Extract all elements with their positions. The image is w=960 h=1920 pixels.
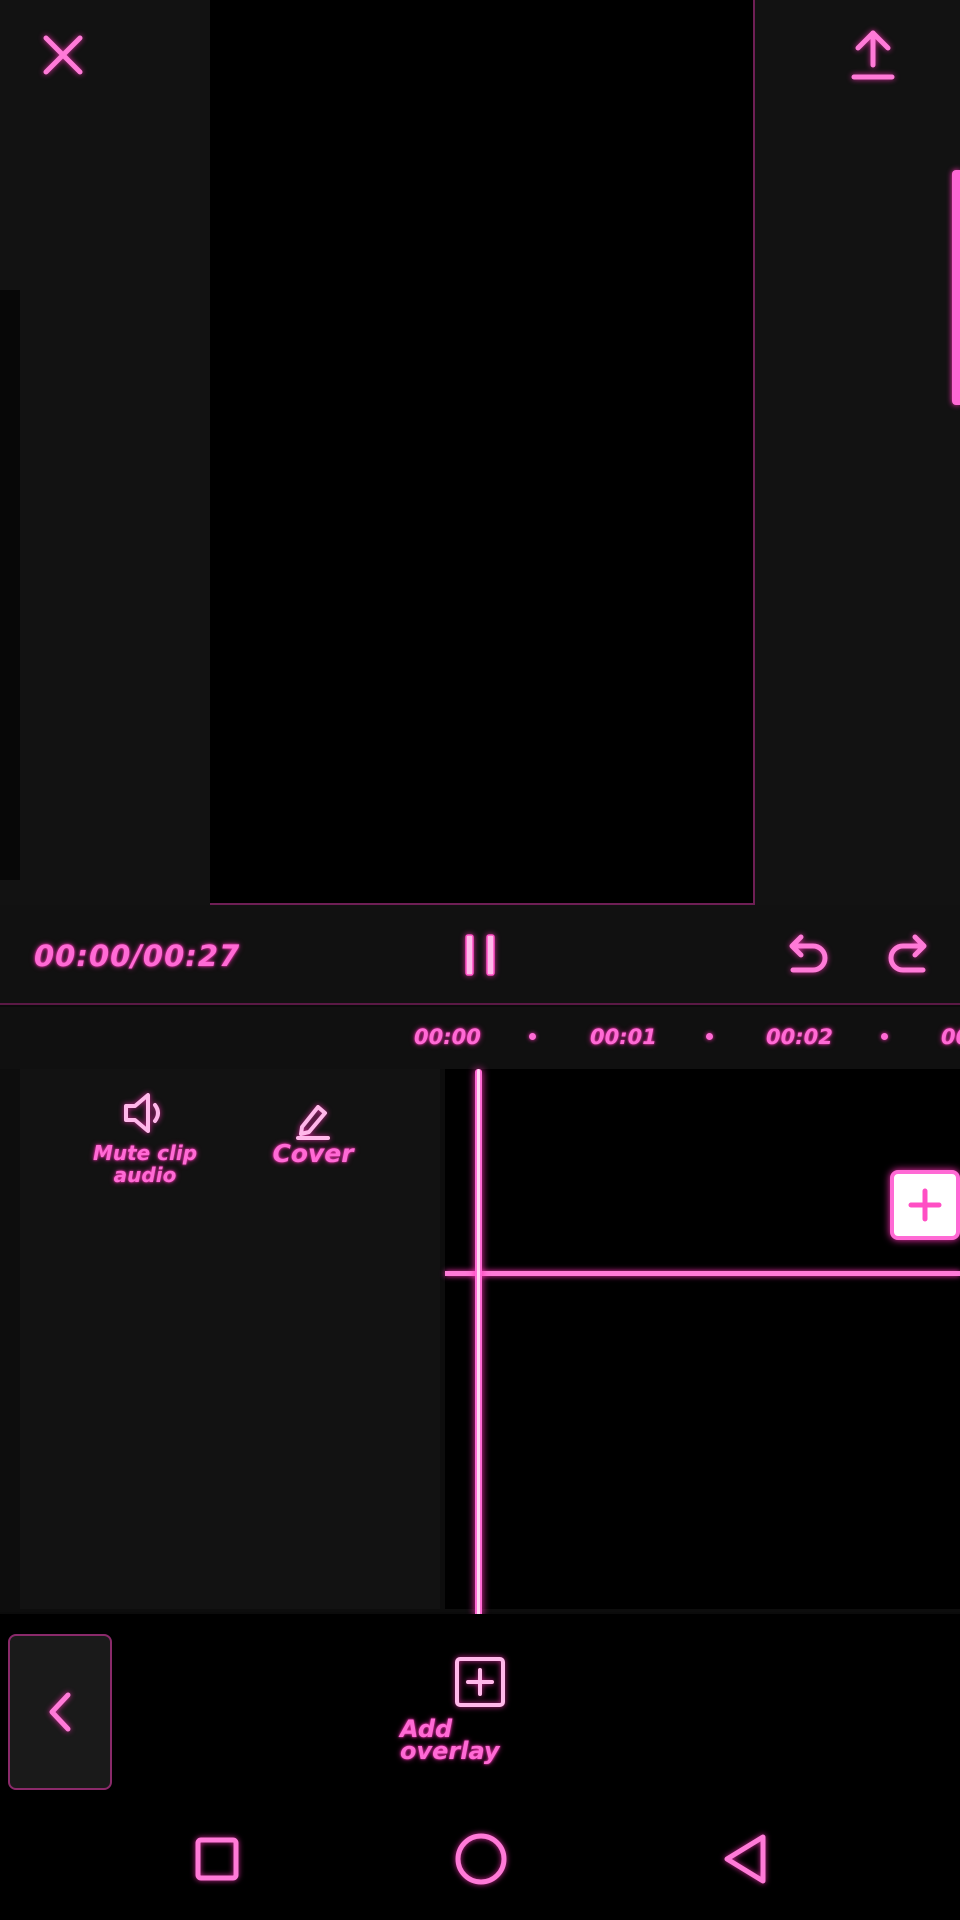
side-panel-handle[interactable] xyxy=(952,170,960,405)
bottom-toolbar: Add overlay xyxy=(0,1614,960,1794)
left-edge-strip xyxy=(0,290,20,880)
ruler-tick-dot xyxy=(706,1033,713,1040)
clip-track[interactable] xyxy=(445,1069,960,1609)
system-nav-bar xyxy=(0,1794,960,1920)
plus-icon xyxy=(908,1188,942,1222)
time-readout: 00:00/00:27 xyxy=(34,939,241,973)
redo-button[interactable] xyxy=(880,925,940,985)
ruler-tick-label: 00:01 xyxy=(590,1025,657,1049)
ruler-tick-label: 00:00 xyxy=(414,1025,481,1049)
upload-icon xyxy=(851,30,895,80)
undo-button[interactable] xyxy=(776,925,836,985)
ruler-tick-label: 00:02 xyxy=(766,1025,833,1049)
time-ruler[interactable]: 00:00 00:01 00:02 00 xyxy=(0,1007,960,1069)
nav-back-button[interactable] xyxy=(712,1824,782,1894)
close-button[interactable] xyxy=(30,22,96,88)
playback-bar: 00:00/00:27 xyxy=(0,905,960,1005)
mute-clip-audio-button[interactable]: Mute clip audio xyxy=(70,1090,220,1186)
add-overlay-label: Add overlay xyxy=(400,1715,500,1765)
ruler-tick-label: 00 xyxy=(941,1025,960,1049)
pause-button[interactable] xyxy=(450,925,510,985)
timeline: 00:00 00:01 00:02 00 Mute clip audio Cov… xyxy=(0,1007,960,1617)
nav-home-button[interactable] xyxy=(446,1824,516,1894)
pause-icon xyxy=(465,934,495,976)
cover-button[interactable]: Cover xyxy=(248,1099,378,1168)
audio-track-line xyxy=(445,1271,960,1276)
mute-clip-audio-label: Mute clip audio xyxy=(92,1141,198,1187)
pencil-icon xyxy=(296,1105,330,1140)
cover-label: Cover xyxy=(272,1139,354,1168)
add-overlay-button[interactable]: Add overlay xyxy=(400,1654,560,1765)
ruler-tick-dot xyxy=(529,1033,536,1040)
video-preview[interactable] xyxy=(210,0,755,905)
ruler-tick-dot xyxy=(881,1033,888,1040)
circle-icon xyxy=(455,1833,507,1885)
triangle-back-icon xyxy=(724,1834,766,1884)
export-button[interactable] xyxy=(840,22,906,88)
add-clip-button[interactable] xyxy=(890,1170,960,1240)
square-icon xyxy=(195,1837,239,1881)
speaker-icon xyxy=(124,1093,160,1133)
preview-area xyxy=(0,0,960,905)
playhead[interactable] xyxy=(475,1069,482,1617)
close-icon xyxy=(43,35,83,75)
chevron-left-icon xyxy=(49,1692,71,1732)
redo-icon xyxy=(888,934,927,973)
plus-square-icon xyxy=(455,1657,505,1707)
undo-icon xyxy=(789,934,828,973)
nav-recents-button[interactable] xyxy=(182,1824,252,1894)
toolbar-back-button[interactable] xyxy=(8,1634,112,1790)
